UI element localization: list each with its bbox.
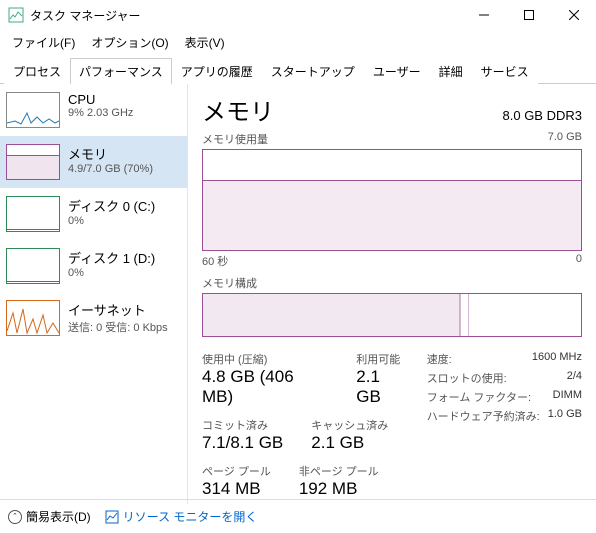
usage-max: 7.0 GB: [548, 131, 582, 147]
memory-spec: 8.0 GB DDR3: [503, 108, 582, 123]
nonpaged-value: 192 MB: [299, 479, 379, 499]
maximize-button[interactable]: [506, 0, 551, 30]
app-icon: [8, 7, 24, 23]
sidebar-item-cpu[interactable]: CPU 9% 2.03 GHz: [0, 84, 187, 136]
cpu-thumb: [6, 92, 60, 128]
menu-view[interactable]: 表示(V): [177, 32, 233, 53]
tab-processes[interactable]: プロセス: [4, 58, 70, 84]
disk-thumb: [6, 196, 60, 232]
menu-options[interactable]: オプション(O): [83, 32, 176, 53]
memory-usage-chart: [202, 149, 582, 251]
composition-label: メモリ構成: [202, 275, 582, 291]
time-axis-right: 0: [576, 253, 582, 269]
menu-file[interactable]: ファイル(F): [4, 32, 83, 53]
paged-label: ページ プール: [202, 463, 271, 479]
sidebar-label: イーサネット: [68, 300, 181, 319]
tab-performance[interactable]: パフォーマンス: [70, 58, 172, 84]
chevron-up-icon: ˆ: [8, 510, 22, 524]
paged-value: 314 MB: [202, 479, 271, 499]
minimize-button[interactable]: [461, 0, 506, 30]
in-use-label: 使用中 (圧縮): [202, 351, 328, 367]
tab-details[interactable]: 詳細: [430, 58, 472, 84]
available-label: 利用可能: [356, 351, 408, 367]
sidebar-label: ディスク 0 (C:): [68, 196, 181, 215]
sidebar-item-ethernet[interactable]: イーサネット 送信: 0 受信: 0 Kbps: [0, 292, 187, 344]
tabstrip: プロセス パフォーマンス アプリの履歴 スタートアップ ユーザー 詳細 サービス: [0, 57, 596, 84]
memory-composition-chart: [202, 293, 582, 337]
available-value: 2.1 GB: [356, 367, 408, 407]
footer: ˆ 簡易表示(D) リソース モニターを開く: [0, 499, 596, 533]
sidebar-item-disk1[interactable]: ディスク 1 (D:) 0%: [0, 240, 187, 292]
in-use-value: 4.8 GB (406 MB): [202, 367, 328, 407]
hardware-info: 速度:1600 MHz スロットの使用:2/4 フォーム ファクター:DIMM …: [427, 351, 582, 509]
sidebar-item-disk0[interactable]: ディスク 0 (C:) 0%: [0, 188, 187, 240]
sidebar-sub: 0%: [68, 267, 181, 279]
committed-label: コミット済み: [202, 417, 283, 433]
ethernet-thumb: [6, 300, 60, 336]
sidebar-sub: 0%: [68, 215, 181, 227]
tab-users[interactable]: ユーザー: [364, 58, 430, 84]
sidebar-sub: 9% 2.03 GHz: [68, 107, 181, 119]
tab-startup[interactable]: スタートアップ: [262, 58, 364, 84]
main-panel: メモリ 8.0 GB DDR3 メモリ使用量 7.0 GB 60 秒 0 メモリ…: [188, 84, 596, 504]
titlebar: タスク マネージャー: [0, 0, 596, 30]
resmon-icon: [105, 510, 119, 524]
page-title: メモリ: [202, 92, 274, 127]
perf-sidebar: CPU 9% 2.03 GHz メモリ 4.9/7.0 GB (70%) ディス…: [0, 84, 188, 504]
sidebar-label: CPU: [68, 92, 181, 107]
disk-thumb: [6, 248, 60, 284]
sidebar-label: メモリ: [68, 144, 181, 163]
menubar: ファイル(F) オプション(O) 表示(V): [0, 30, 596, 55]
cached-value: 2.1 GB: [311, 433, 388, 453]
tab-app-history[interactable]: アプリの履歴: [172, 58, 262, 84]
time-axis-left: 60 秒: [202, 253, 228, 269]
sidebar-label: ディスク 1 (D:): [68, 248, 181, 267]
window-title: タスク マネージャー: [30, 7, 461, 24]
sidebar-item-memory[interactable]: メモリ 4.9/7.0 GB (70%): [0, 136, 187, 188]
close-button[interactable]: [551, 0, 596, 30]
resource-monitor-link[interactable]: リソース モニターを開く: [105, 508, 258, 525]
tab-services[interactable]: サービス: [472, 58, 538, 84]
nonpaged-label: 非ページ プール: [299, 463, 379, 479]
sidebar-sub: 送信: 0 受信: 0 Kbps: [68, 319, 181, 335]
memory-thumb: [6, 144, 60, 180]
committed-value: 7.1/8.1 GB: [202, 433, 283, 453]
sidebar-sub: 4.9/7.0 GB (70%): [68, 163, 181, 175]
cached-label: キャッシュ済み: [311, 417, 388, 433]
fewer-details-button[interactable]: ˆ 簡易表示(D): [8, 508, 91, 525]
usage-label: メモリ使用量: [202, 131, 268, 147]
